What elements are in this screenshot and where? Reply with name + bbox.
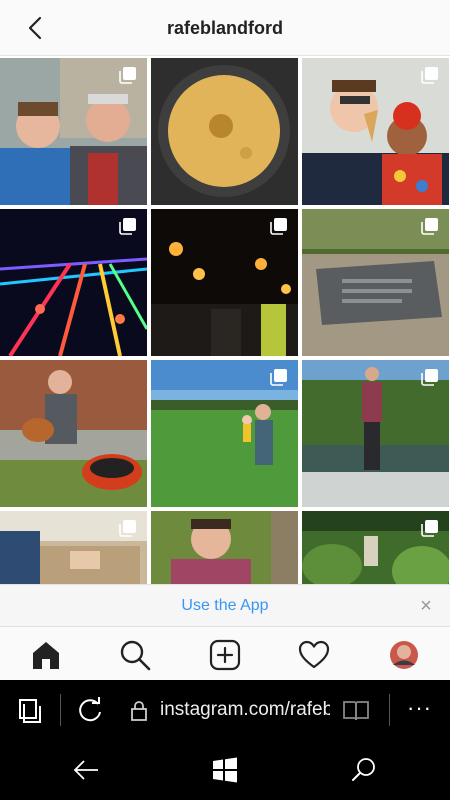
windows-start-icon[interactable] — [211, 756, 239, 784]
photo-thumbnail — [151, 58, 298, 205]
grid-photo-pancake[interactable] — [151, 58, 298, 205]
refresh-icon[interactable] — [76, 696, 104, 724]
multiple-photos-icon — [270, 218, 287, 235]
photo-thumbnail — [151, 511, 298, 584]
search-icon[interactable] — [350, 756, 378, 784]
lock-icon — [131, 701, 147, 721]
photo-grid — [0, 58, 450, 584]
app-header: rafeblandford — [0, 0, 450, 56]
use-app-banner: Use the App × — [0, 584, 450, 626]
more-menu-button[interactable]: ··· — [407, 696, 432, 720]
add-post-icon[interactable] — [208, 638, 242, 672]
profile-avatar[interactable] — [387, 638, 421, 672]
tabs-icon[interactable] — [16, 696, 44, 724]
toolbar-divider — [60, 694, 61, 726]
multiple-photos-icon — [119, 67, 136, 84]
bottom-tab-bar — [0, 626, 450, 680]
close-banner-button[interactable]: × — [414, 594, 438, 618]
reading-view-icon[interactable] — [342, 696, 370, 724]
multiple-photos-icon — [270, 369, 287, 386]
browser-toolbar: instagram.com/rafeb ··· — [0, 680, 450, 740]
search-icon[interactable] — [118, 638, 152, 672]
use-the-app-link[interactable]: Use the App — [0, 585, 450, 627]
toolbar-divider — [389, 694, 390, 726]
system-nav-bar — [0, 740, 450, 800]
grid-photo-chicken[interactable] — [0, 360, 147, 507]
multiple-photos-icon — [421, 218, 438, 235]
multiple-photos-icon — [421, 369, 438, 386]
heart-icon[interactable] — [297, 638, 331, 672]
multiple-photos-icon — [421, 67, 438, 84]
photo-thumbnail — [0, 360, 147, 507]
grid-photo-garden-selfie[interactable] — [151, 511, 298, 584]
home-icon[interactable] — [29, 638, 63, 672]
multiple-photos-icon — [119, 520, 136, 537]
address-bar[interactable]: instagram.com/rafeb — [160, 680, 330, 740]
page-title: rafeblandford — [166, 18, 283, 38]
multiple-photos-icon — [421, 520, 438, 537]
back-arrow-icon[interactable] — [72, 756, 100, 784]
multiple-photos-icon — [119, 218, 136, 235]
